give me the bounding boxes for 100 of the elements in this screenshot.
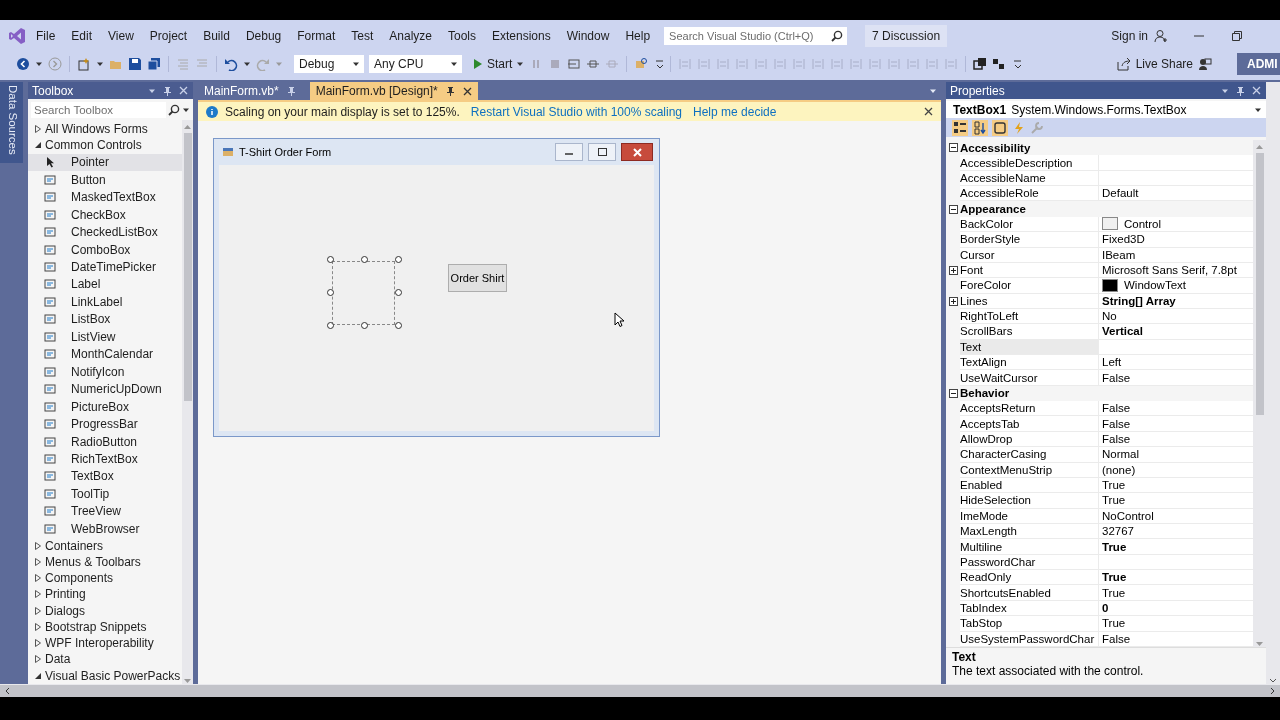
- toolbox-item[interactable]: ProgressBar: [28, 415, 182, 433]
- property-value[interactable]: True: [1098, 585, 1253, 601]
- toolbox-item[interactable]: ListView: [28, 328, 182, 346]
- live-share-button[interactable]: Live Share: [1116, 57, 1193, 71]
- menu-item[interactable]: Build: [195, 29, 238, 43]
- collapsed-arrow-icon[interactable]: [34, 639, 42, 648]
- property-value[interactable]: WindowText: [1098, 278, 1253, 294]
- menu-item[interactable]: File: [28, 29, 64, 43]
- toolbox-group[interactable]: WPF Interoperability: [45, 636, 154, 651]
- toolbox-item[interactable]: RadioButton: [28, 432, 182, 451]
- find-icon[interactable]: [634, 57, 649, 71]
- feedback-icon[interactable]: [1198, 57, 1212, 71]
- toolbox-item[interactable]: ListBox: [28, 310, 182, 329]
- menu-item[interactable]: Format: [289, 29, 344, 43]
- menu-item[interactable]: Help: [617, 29, 659, 43]
- property-name[interactable]: ShortcutsEnabled: [960, 585, 1098, 601]
- account-badge[interactable]: ADMI: [1237, 53, 1280, 75]
- toolbox-item[interactable]: Button: [28, 171, 182, 189]
- toolbox-group[interactable]: Common Controls: [45, 138, 142, 153]
- toolbox-item[interactable]: TextBox: [28, 467, 182, 486]
- property-name[interactable]: ForeColor: [960, 278, 1098, 294]
- dropdown-arrow-icon[interactable]: [516, 60, 525, 68]
- order-shirt-button[interactable]: Order Shirt: [448, 264, 507, 292]
- resize-handle[interactable]: [327, 322, 334, 329]
- search-icon[interactable]: [831, 30, 844, 42]
- tab-order-icon[interactable]: [992, 57, 1007, 71]
- toolbox-item[interactable]: CheckBox: [28, 205, 182, 224]
- menu-item[interactable]: Window: [558, 29, 618, 43]
- property-name[interactable]: ReadOnly: [960, 570, 1098, 586]
- document-tab[interactable]: MainForm.vb*: [198, 82, 302, 100]
- toolbox-group[interactable]: Components: [45, 571, 114, 586]
- resize-handle[interactable]: [361, 322, 368, 329]
- collapsed-arrow-icon[interactable]: [34, 125, 42, 134]
- menu-item[interactable]: Project: [141, 29, 196, 43]
- close-icon[interactable]: [462, 86, 472, 96]
- pin-icon[interactable]: [163, 85, 172, 96]
- toolbox-search-field[interactable]: Search Toolbox: [31, 102, 166, 118]
- collapsed-arrow-icon[interactable]: [34, 622, 42, 631]
- collapsed-arrow-icon[interactable]: [34, 590, 42, 599]
- menu-item[interactable]: View: [100, 29, 142, 43]
- menu-item[interactable]: Test: [343, 29, 382, 43]
- toolbox-item[interactable]: PictureBox: [28, 397, 182, 416]
- property-value[interactable]: True: [1098, 539, 1253, 555]
- toolbox-item[interactable]: LinkLabel: [28, 293, 182, 311]
- save-all-icon[interactable]: [147, 57, 161, 71]
- property-name[interactable]: CharacterCasing: [960, 447, 1098, 463]
- dropdown-arrow-icon[interactable]: [352, 60, 360, 68]
- toolbox-item[interactable]: MaskedTextBox: [28, 188, 182, 206]
- property-value[interactable]: Left: [1098, 355, 1253, 371]
- property-value[interactable]: True: [1098, 493, 1253, 509]
- close-icon[interactable]: [924, 107, 933, 116]
- resize-handle[interactable]: [395, 322, 402, 329]
- toolbar-options-icon[interactable]: [1011, 57, 1022, 71]
- dropdown-arrow-icon[interactable]: [182, 106, 190, 114]
- collapsed-arrow-icon[interactable]: [34, 574, 42, 583]
- property-name[interactable]: Multiline: [960, 539, 1098, 555]
- toolbox-item[interactable]: Pointer: [28, 153, 182, 171]
- menu-item[interactable]: Debug: [237, 29, 290, 43]
- toolbox-item[interactable]: MonthCalendar: [28, 345, 182, 363]
- property-value[interactable]: True: [1098, 570, 1253, 586]
- pin-icon[interactable]: [1236, 85, 1245, 96]
- dropdown-arrow-icon[interactable]: [35, 60, 43, 68]
- expanded-arrow-icon[interactable]: [34, 141, 42, 150]
- back-icon[interactable]: [16, 57, 30, 71]
- person-icon[interactable]: [1154, 29, 1168, 43]
- info-link[interactable]: Restart Visual Studio with 100% scaling: [470, 104, 683, 119]
- resize-handle[interactable]: [327, 289, 334, 296]
- toolbar-options-icon[interactable]: [653, 57, 664, 71]
- property-value[interactable]: Default: [1098, 186, 1253, 202]
- object-selector[interactable]: TextBox1 System.Windows.Forms.TextBox: [946, 101, 1266, 118]
- property-name[interactable]: AcceptsReturn: [960, 401, 1098, 417]
- property-name[interactable]: BackColor: [960, 216, 1098, 233]
- resize-handle[interactable]: [361, 256, 368, 263]
- property-value[interactable]: Vertical: [1098, 324, 1253, 340]
- toolbox-item[interactable]: CheckedListBox: [28, 223, 182, 241]
- property-value[interactable]: False: [1098, 416, 1253, 432]
- property-value[interactable]: True: [1098, 616, 1253, 632]
- resize-handle[interactable]: [395, 289, 402, 296]
- property-name[interactable]: TabStop: [960, 616, 1098, 632]
- bring-front-icon[interactable]: [973, 57, 988, 71]
- toolbox-group[interactable]: Dialogs: [45, 603, 86, 618]
- collapse-box-icon[interactable]: [948, 388, 958, 398]
- toolbox-item[interactable]: ToolTip: [28, 485, 182, 503]
- menu-item[interactable]: Tools: [440, 29, 484, 43]
- toolbox-group[interactable]: Containers: [45, 538, 104, 553]
- property-name[interactable]: AcceptsTab: [960, 416, 1098, 432]
- dropdown-arrow-icon[interactable]: [243, 60, 251, 68]
- collapsed-arrow-icon[interactable]: [34, 606, 42, 615]
- property-name[interactable]: AccessibleDescription: [960, 155, 1098, 171]
- toolbox-item[interactable]: NotifyIcon: [28, 362, 182, 381]
- toolbox-group[interactable]: Printing: [45, 587, 86, 602]
- property-value[interactable]: Control: [1098, 216, 1253, 233]
- collapse-box-icon[interactable]: [948, 143, 958, 153]
- step-into-icon[interactable]: [567, 57, 582, 71]
- property-name[interactable]: TextAlign: [960, 355, 1098, 371]
- sign-in-link[interactable]: Sign in: [1111, 29, 1148, 43]
- expand-box-icon[interactable]: [948, 296, 958, 306]
- platform-dropdown[interactable]: Any CPU: [369, 55, 462, 73]
- dropdown-arrow-icon[interactable]: [96, 60, 104, 68]
- dropdown-arrow-icon[interactable]: [450, 60, 458, 68]
